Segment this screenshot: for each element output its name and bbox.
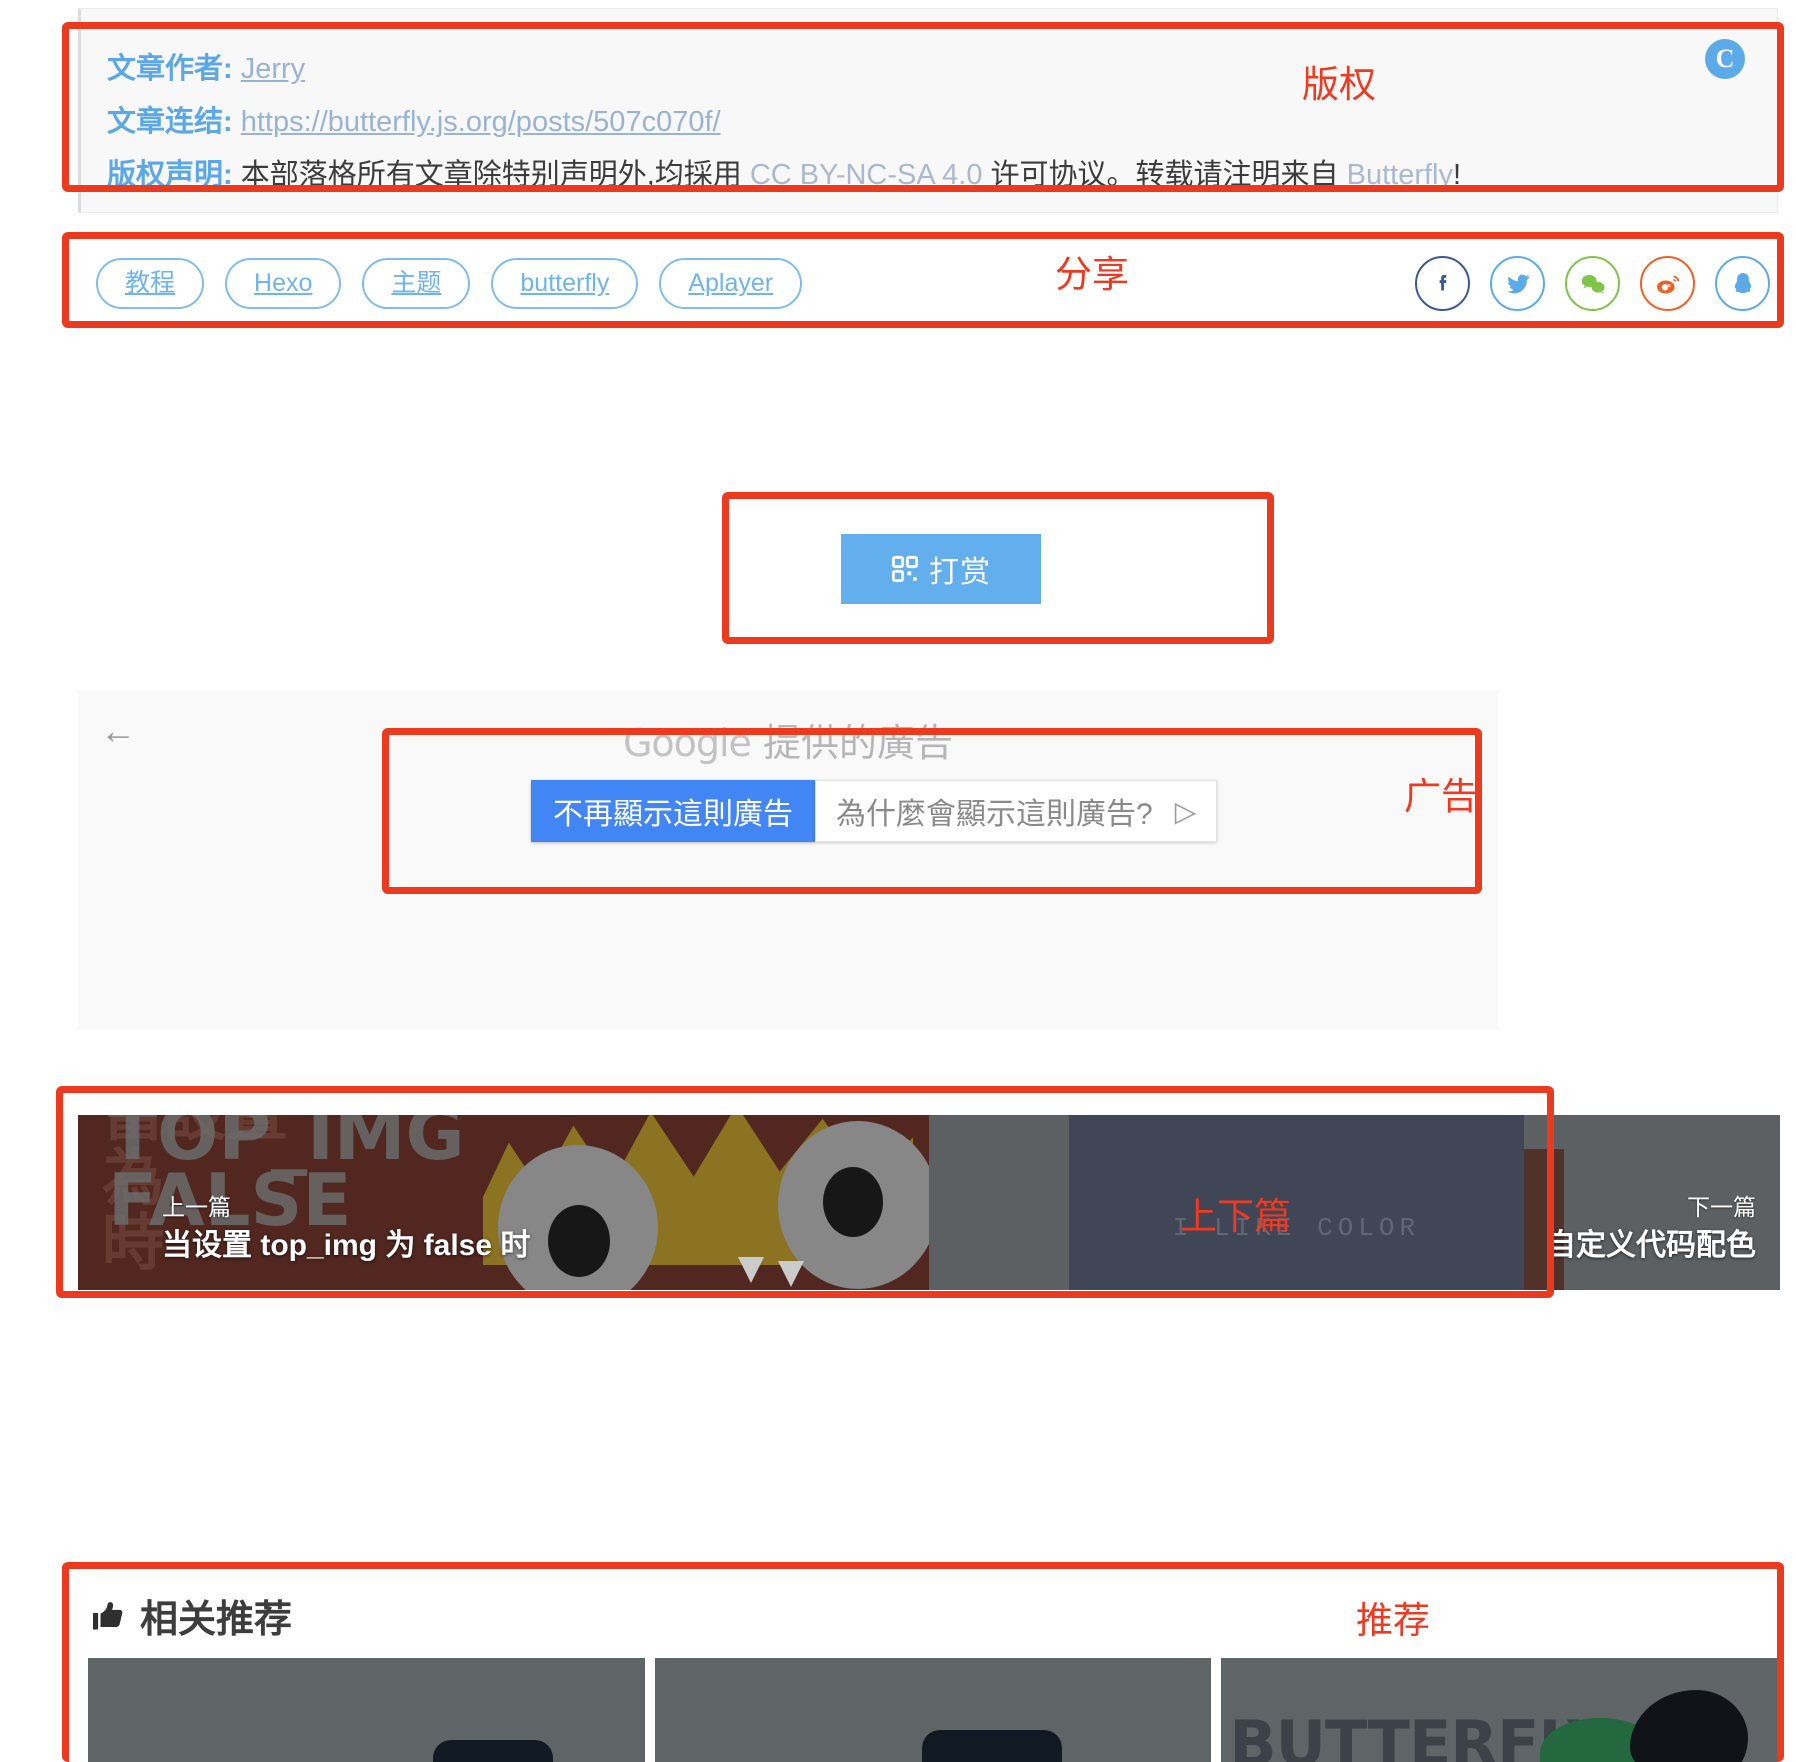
dismiss-ad-button[interactable]: 不再顯示這則廣告	[531, 780, 815, 842]
play-caret-icon: ▷	[1174, 795, 1197, 827]
related-posts-section: 相关推荐 BUTTERFLY	[78, 1580, 1780, 1762]
related-card-2[interactable]	[654, 1658, 1212, 1762]
site-link[interactable]: Butterfly	[1347, 159, 1453, 191]
prev-post-text: 上一篇 当设置 top_img 为 false 时	[162, 1191, 530, 1268]
next-post-card[interactable]: I LIKE COLOR 下一篇 自定义代码配色	[929, 1115, 1780, 1290]
prev-post-card[interactable]: 當設置為時 TOP_IMGFALSE 上一篇 当设置 top_img 为 fal…	[78, 1115, 929, 1290]
copyright-notice-label: 版权声明:	[107, 159, 233, 191]
tag-item[interactable]: Aplayer	[659, 258, 803, 309]
ad-provider-line: Google 提供的廣告	[78, 712, 1498, 767]
google-ad-block: ← Google 提供的廣告 不再顯示這則廣告 為什麼會顯示這則廣告? ▷	[78, 690, 1498, 1030]
weibo-icon[interactable]	[1640, 256, 1695, 311]
copyright-notice-text-1: 本部落格所有文章除特别声明外,均採用	[240, 159, 750, 191]
copyright-notice-row: 版权声明: 本部落格所有文章除特别声明外,均採用 CC BY-NC-SA 4.0…	[107, 161, 1461, 190]
qq-penguin-icon[interactable]	[1715, 256, 1770, 311]
related-card-3[interactable]: BUTTERFLY	[1221, 1658, 1779, 1762]
copyright-author-row: 文章作者: Jerry	[107, 55, 305, 84]
annotation-label-recommend: 推荐	[1356, 1600, 1430, 1641]
thumbs-up-icon	[93, 1601, 123, 1629]
prev-post-label: 上一篇	[162, 1193, 231, 1220]
annotation-label-copyright: 版权	[1302, 64, 1376, 105]
related-heading: 相关推荐	[88, 1588, 292, 1643]
ad-controls: 不再顯示這則廣告 為什麼會顯示這則廣告? ▷	[531, 780, 1218, 842]
copyright-link-label: 文章连结:	[107, 106, 233, 138]
tag-item[interactable]: 教程	[96, 258, 205, 309]
tag-share-row: 教程 Hexo 主题 butterfly Aplayer	[78, 240, 1778, 340]
copyright-permalink[interactable]: https://butterfly.js.org/posts/507c070f/	[241, 106, 721, 138]
related-card-2-art	[921, 1730, 1062, 1762]
reward-button[interactable]: 打赏	[841, 534, 1041, 604]
post-navigation: 當設置為時 TOP_IMGFALSE 上一篇 当设置 top_img 为 fal…	[78, 1115, 1780, 1290]
twitter-icon[interactable]	[1490, 256, 1545, 311]
post-footer-page: 文章作者: Jerry 文章连结: https://butterfly.js.o…	[0, 0, 1796, 1762]
reward-area: 打赏	[730, 499, 1270, 639]
tag-item[interactable]: Hexo	[225, 258, 342, 309]
next-post-text: 下一篇 自定义代码配色	[1546, 1191, 1756, 1268]
copyright-author-link[interactable]: Jerry	[241, 53, 305, 85]
related-card-3-art-figure	[1630, 1690, 1749, 1762]
reward-button-label: 打赏	[929, 556, 991, 589]
why-this-ad-label: 為什麼會顯示這則廣告?	[836, 798, 1153, 831]
annotation-label-postnav: 上下篇	[1180, 1196, 1291, 1237]
copyright-author-label: 文章作者:	[107, 53, 233, 85]
related-card-1[interactable]	[88, 1658, 645, 1762]
tag-item[interactable]: 主题	[362, 258, 471, 309]
next-post-title: 自定义代码配色	[1546, 1229, 1756, 1262]
tag-item[interactable]: butterfly	[491, 258, 639, 309]
ad-provider-suffix: 提供的廣告	[750, 721, 954, 765]
copyright-c-icon: C	[1705, 39, 1745, 79]
copyright-notice-text-3: !	[1452, 159, 1462, 191]
wechat-icon[interactable]	[1565, 256, 1620, 311]
share-button-group	[1415, 256, 1770, 311]
copyright-notice-text-2: 许可协议。转载请注明来自	[982, 159, 1347, 191]
why-this-ad-button[interactable]: 為什麼會顯示這則廣告? ▷	[815, 780, 1218, 842]
related-card-list: BUTTERFLY	[88, 1658, 1779, 1762]
next-post-label: 下一篇	[1687, 1193, 1756, 1220]
license-link[interactable]: CC BY-NC-SA 4.0	[750, 159, 983, 191]
google-logo: Google	[622, 721, 752, 765]
annotation-label-share: 分享	[1055, 254, 1129, 295]
related-heading-label: 相关推荐	[140, 1599, 293, 1641]
copyright-card: 文章作者: Jerry 文章连结: https://butterfly.js.o…	[78, 8, 1778, 213]
related-card-1-art	[433, 1740, 554, 1762]
tag-list: 教程 Hexo 主题 butterfly Aplayer	[96, 258, 803, 309]
qr-code-icon	[891, 555, 919, 583]
facebook-icon[interactable]	[1415, 256, 1470, 311]
prev-post-title: 当设置 top_img 为 false 时	[162, 1229, 531, 1262]
annotation-label-ad: 广告	[1404, 776, 1478, 817]
copyright-link-row: 文章连结: https://butterfly.js.org/posts/507…	[107, 108, 721, 137]
